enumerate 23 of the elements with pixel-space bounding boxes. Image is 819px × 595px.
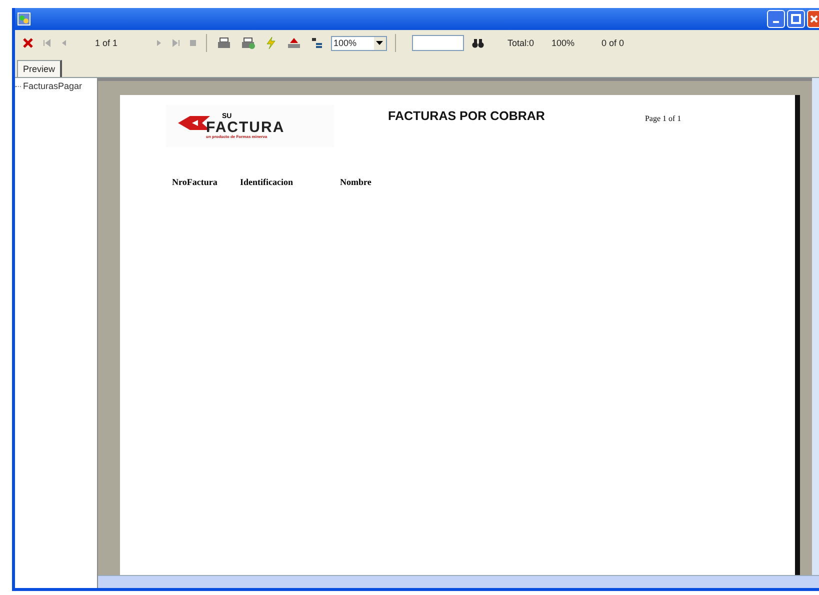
tree-item[interactable]: FacturasPagar	[23, 81, 82, 91]
logo-text: FACTURA	[206, 120, 285, 135]
vertical-scrollbar[interactable]	[812, 78, 819, 575]
report-title: FACTURAS POR COBRAR	[388, 109, 545, 123]
column-header: Nombre	[340, 177, 372, 187]
total-label: Total:0	[508, 38, 536, 48]
page-number: Page 1 of 1	[644, 114, 682, 123]
zoom-dropdown[interactable]: 100%	[330, 36, 387, 50]
app-icon	[17, 12, 31, 26]
column-header: NroFactura	[172, 177, 218, 187]
horizontal-scrollbar[interactable]	[98, 575, 819, 588]
search-field[interactable]	[412, 35, 464, 51]
maximize-button[interactable]	[787, 10, 805, 28]
close-button[interactable]	[807, 10, 819, 28]
page-indicator: 1 of 1	[95, 38, 118, 48]
preview-tab[interactable]: Preview	[17, 60, 62, 77]
caret-icon	[376, 41, 384, 45]
column-header: Identificacion	[240, 177, 294, 187]
close-icon	[810, 15, 818, 23]
zoom-percent: 100%	[552, 38, 576, 48]
minimize-button[interactable]	[767, 10, 785, 28]
match-count: 0 of 0	[602, 38, 624, 48]
maximize-icon	[791, 14, 801, 24]
